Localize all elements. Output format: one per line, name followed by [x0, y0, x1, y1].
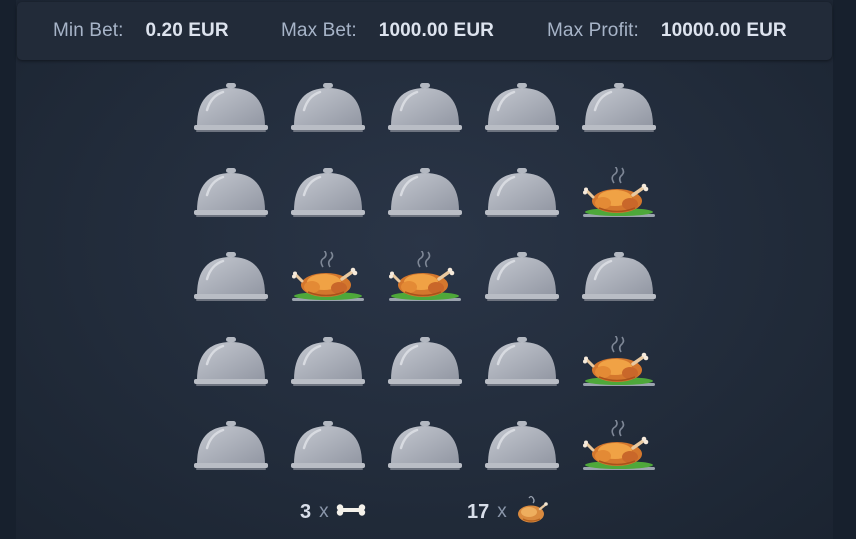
covered-cloche-tile[interactable] — [193, 336, 269, 392]
covered-cloche-tile[interactable] — [193, 167, 269, 223]
max-bet-label: Max Bet: — [281, 20, 357, 41]
cloche-icon — [193, 420, 269, 476]
cloche-icon — [387, 82, 463, 138]
max-bet-value: 1000.00 EUR — [378, 20, 494, 41]
bones-count: 3 — [300, 500, 312, 523]
covered-cloche-tile[interactable] — [290, 82, 366, 138]
min-bet-value: 0.20 EUR — [145, 20, 229, 41]
roast-chicken-icon — [290, 251, 366, 307]
revealed-chicken-tile — [581, 336, 657, 392]
cloche-icon — [387, 420, 463, 476]
chickens-count: 17 — [467, 500, 490, 523]
cloche-icon — [193, 336, 269, 392]
cloche-icon — [193, 167, 269, 223]
covered-cloche-tile[interactable] — [387, 336, 463, 392]
covered-cloche-tile[interactable] — [290, 336, 366, 392]
covered-cloche-tile[interactable] — [290, 167, 366, 223]
counters-bar: 3 x 17 x — [0, 495, 856, 530]
covered-cloche-tile[interactable] — [193, 420, 269, 476]
revealed-chicken-tile — [387, 251, 463, 307]
covered-cloche-tile[interactable] — [581, 82, 657, 138]
revealed-chicken-tile — [581, 167, 657, 223]
bones-multiplier-sign: x — [319, 501, 329, 522]
covered-cloche-tile[interactable] — [484, 251, 560, 307]
cloche-icon — [484, 167, 560, 223]
chickens-multiplier-sign: x — [497, 501, 507, 522]
cloche-icon — [290, 82, 366, 138]
max-profit-value: 10000.00 EUR — [660, 20, 787, 41]
chicken-icon — [513, 495, 549, 530]
cloche-icon — [484, 251, 560, 307]
cloche-icon — [290, 420, 366, 476]
cloche-icon — [484, 420, 560, 476]
cloche-icon — [387, 167, 463, 223]
covered-cloche-tile[interactable] — [484, 336, 560, 392]
covered-cloche-tile[interactable] — [581, 251, 657, 307]
cloche-icon — [290, 336, 366, 392]
bone-icon — [335, 503, 367, 522]
chickens-counter: 17 x — [467, 495, 549, 530]
covered-cloche-tile[interactable] — [387, 167, 463, 223]
cloche-icon — [387, 336, 463, 392]
cloche-icon — [193, 82, 269, 138]
cloche-icon — [581, 82, 657, 138]
roast-chicken-icon — [387, 251, 463, 307]
cloche-icon — [290, 167, 366, 223]
game-board — [193, 82, 657, 474]
bet-limits-bar: Min Bet: 0.20 EUR Max Bet: 1000.00 EUR M… — [17, 2, 832, 60]
cloche-icon — [484, 82, 560, 138]
covered-cloche-tile[interactable] — [484, 420, 560, 476]
covered-cloche-tile[interactable] — [484, 167, 560, 223]
revealed-chicken-tile — [581, 420, 657, 476]
roast-chicken-icon — [581, 167, 657, 223]
covered-cloche-tile[interactable] — [387, 82, 463, 138]
cloche-icon — [484, 336, 560, 392]
covered-cloche-tile[interactable] — [290, 420, 366, 476]
cloche-icon — [193, 251, 269, 307]
revealed-chicken-tile — [290, 251, 366, 307]
covered-cloche-tile[interactable] — [193, 251, 269, 307]
max-bet: Max Bet: 1000.00 EUR — [281, 20, 494, 42]
roast-chicken-icon — [581, 420, 657, 476]
min-bet: Min Bet: 0.20 EUR — [53, 20, 229, 42]
cloche-icon — [581, 251, 657, 307]
max-profit-label: Max Profit: — [547, 20, 639, 41]
min-bet-label: Min Bet: — [53, 20, 124, 41]
max-profit: Max Profit: 10000.00 EUR — [547, 20, 787, 42]
covered-cloche-tile[interactable] — [387, 420, 463, 476]
covered-cloche-tile[interactable] — [193, 82, 269, 138]
roast-chicken-icon — [581, 336, 657, 392]
covered-cloche-tile[interactable] — [484, 82, 560, 138]
bones-counter: 3 x — [300, 496, 367, 528]
